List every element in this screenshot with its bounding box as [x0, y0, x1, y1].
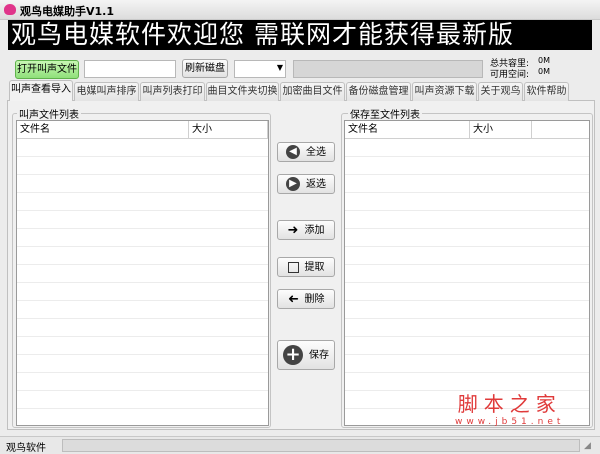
source-file-list[interactable]: 文件名 大小	[16, 120, 269, 426]
invert-label: 返选	[306, 178, 326, 190]
total-capacity-value: 0M	[538, 56, 550, 65]
welcome-banner: 观鸟电媒软件欢迎您 需联网才能获得最新版	[8, 20, 592, 50]
free-space-label: 可用空间:	[490, 70, 530, 80]
drive-select[interactable]: ▼	[234, 60, 286, 78]
chevron-down-icon: ▼	[276, 63, 283, 72]
column-header-name[interactable]: 文件名	[17, 121, 189, 139]
tab-download[interactable]: 叫声资源下载	[412, 82, 477, 101]
refresh-disk-button[interactable]: 刷新磁盘	[182, 59, 228, 78]
save-button[interactable]: + 保存	[277, 340, 335, 370]
app-bird-icon	[4, 4, 16, 15]
extract-label: 提取	[304, 261, 325, 273]
delete-label: 删除	[304, 293, 325, 305]
progress-bar	[293, 60, 483, 78]
tab-sound-import[interactable]: 叫声查看导入	[9, 80, 73, 101]
column-header-size[interactable]: 大小	[189, 121, 268, 139]
open-sound-file-button[interactable]: 打开叫声文件	[15, 60, 79, 79]
window-title: 观鸟电媒助手V1.1	[20, 5, 114, 18]
tab-encrypt[interactable]: 加密曲目文件	[280, 82, 345, 101]
status-text: 观鸟软件	[6, 443, 46, 454]
tab-about[interactable]: 关于观鸟	[478, 82, 523, 101]
tab-sound-sort[interactable]: 电媒叫声排序	[74, 82, 139, 101]
tab-list-print[interactable]: 叫声列表打印	[140, 82, 205, 101]
status-bar: 观鸟软件 ◢	[0, 436, 600, 454]
file-path-input[interactable]	[84, 60, 176, 78]
select-all-button[interactable]: ◀ 全选	[277, 142, 335, 162]
list-header: 文件名 大小	[17, 121, 268, 139]
watermark-logo: 脚本之家 www.jb51.net	[455, 388, 564, 427]
square-icon	[287, 261, 299, 273]
add-button[interactable]: ➜ 添加	[277, 220, 335, 240]
arrow-right-circle-icon: ▶	[286, 177, 300, 191]
tab-folder-switch[interactable]: 曲目文件夹切换	[206, 82, 279, 101]
arrow-right-icon: ➜	[287, 222, 299, 238]
arrow-left-icon: ➜	[287, 291, 299, 307]
watermark-title: 脚本之家	[457, 392, 562, 416]
source-list-title: 叫声文件列表	[17, 106, 81, 121]
tab-help[interactable]: 软件帮助	[524, 82, 569, 101]
add-label: 添加	[304, 224, 325, 236]
target-file-list[interactable]: 文件名 大小	[344, 120, 590, 426]
status-panel	[62, 439, 580, 452]
list-header: 文件名 大小	[345, 121, 589, 139]
target-list-title: 保存至文件列表	[348, 106, 422, 121]
save-label: 保存	[309, 349, 329, 361]
column-header-size[interactable]: 大小	[470, 121, 532, 139]
watermark-url: www.jb51.net	[455, 417, 565, 427]
delete-button[interactable]: ➜ 删除	[277, 289, 335, 309]
plus-circle-icon: +	[283, 345, 303, 365]
invert-select-button[interactable]: ▶ 返选	[277, 174, 335, 194]
extract-button[interactable]: 提取	[277, 257, 335, 277]
select-all-label: 全选	[306, 146, 326, 158]
arrow-left-circle-icon: ◀	[286, 145, 300, 159]
title-bar: 观鸟电媒助手V1.1	[0, 0, 600, 20]
column-header-name[interactable]: 文件名	[345, 121, 470, 139]
tab-backup[interactable]: 备份磁盘管理	[346, 82, 411, 101]
resize-grip-icon[interactable]: ◢	[584, 441, 591, 451]
free-space-value: 0M	[538, 67, 550, 76]
